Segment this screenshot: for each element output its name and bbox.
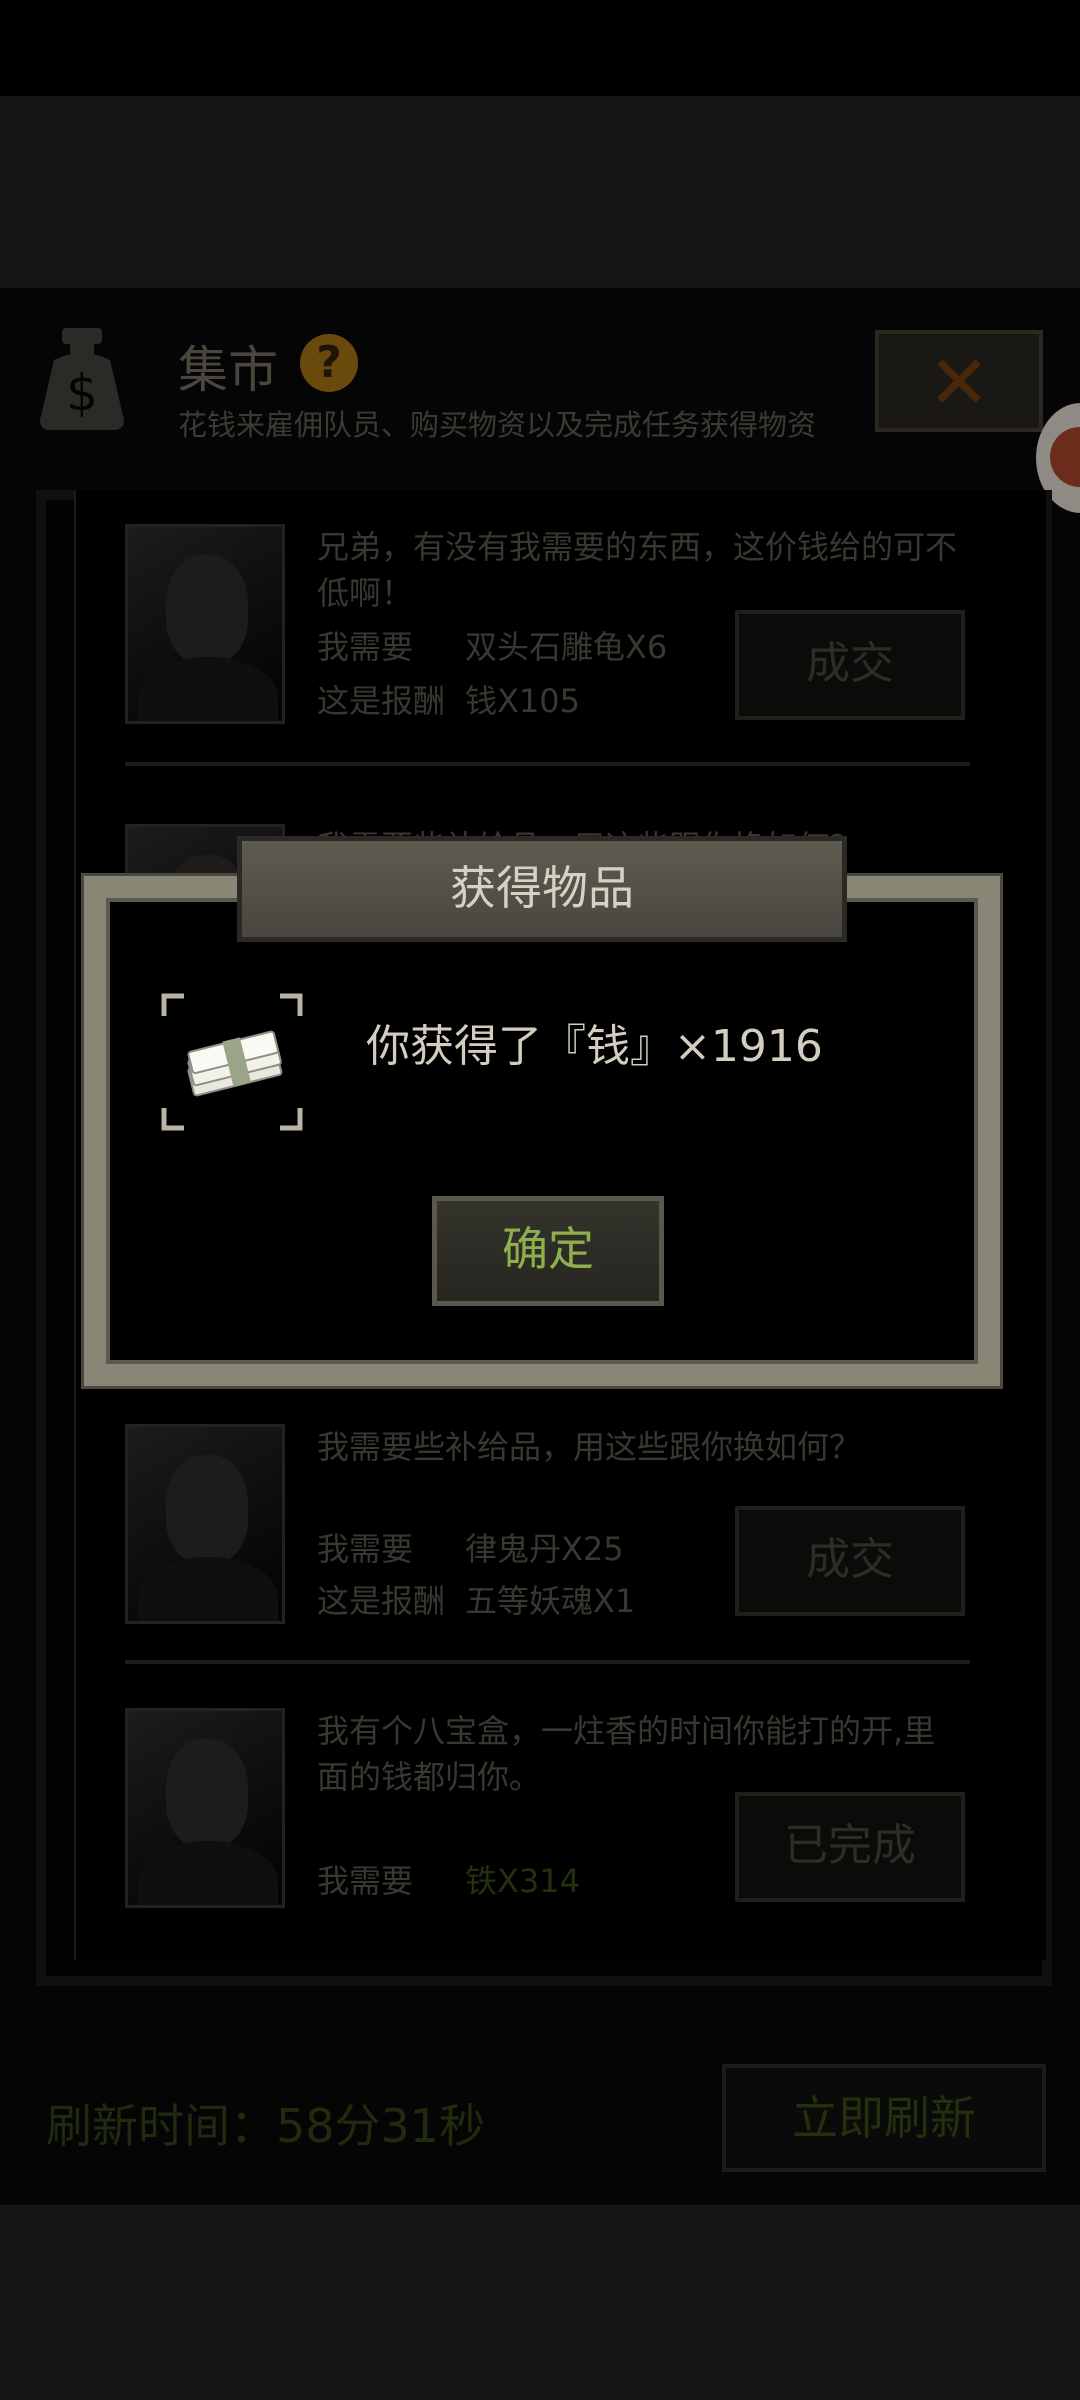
bottom-backdrop bbox=[0, 2205, 1080, 2400]
market-subtitle: 花钱来雇佣队员、购买物资以及完成任务获得物资 bbox=[178, 408, 817, 442]
need-label: 我需要 bbox=[317, 628, 414, 666]
deal-button[interactable]: 成交 bbox=[735, 610, 965, 720]
need-row: 我需要 铁X314 bbox=[317, 1856, 580, 1902]
help-icon[interactable]: ? bbox=[300, 334, 358, 392]
top-backdrop bbox=[0, 96, 1080, 288]
trade-dialogue: 兄弟，有没有我需要的东西，这价钱给的可不低啊！ bbox=[317, 528, 958, 612]
npc-portrait bbox=[125, 1424, 285, 1624]
need-value: 铁X314 bbox=[465, 1862, 581, 1900]
market-title: 集市 bbox=[178, 341, 278, 399]
money-item-icon bbox=[161, 993, 303, 1131]
reward-label: 这是报酬 bbox=[317, 1582, 446, 1620]
need-label: 我需要 bbox=[317, 1862, 414, 1900]
need-label: 我需要 bbox=[317, 1530, 414, 1568]
refresh-timer: 刷新时间：58分31秒 bbox=[46, 2099, 486, 2153]
need-row: 我需要 律鬼丹X25 bbox=[317, 1524, 624, 1570]
divider bbox=[125, 762, 970, 766]
reward-value: 钱X105 bbox=[465, 682, 581, 720]
divider bbox=[125, 1660, 970, 1664]
reward-message: 你获得了『钱』×1916 bbox=[366, 1021, 823, 1072]
dialog-title: 获得物品 bbox=[450, 861, 634, 915]
refresh-now-button[interactable]: 立即刷新 bbox=[722, 2064, 1046, 2172]
close-icon: ✕ bbox=[927, 340, 990, 426]
trade-dialogue: 我需要些补给品，用这些跟你换如何？ bbox=[317, 1428, 862, 1466]
npc-portrait bbox=[125, 1708, 285, 1908]
trade-dialogue: 我有个八宝盒，一炷香的时间你能打的开,里面的钱都归你。 bbox=[317, 1712, 936, 1796]
deal-button[interactable]: 成交 bbox=[735, 1506, 965, 1616]
trade-item: 我需要些补给品，用这些跟你换如何？ 我需要 律鬼丹X25 这是报酬 五等妖魂X1… bbox=[125, 1424, 970, 1664]
need-value: 双头石雕龟X6 bbox=[465, 628, 668, 666]
trade-item: 兄弟，有没有我需要的东西，这价钱给的可不低啊！ 我需要 双头石雕龟X6 这是报酬… bbox=[125, 524, 970, 766]
reward-row: 这是报酬 五等妖魂X1 bbox=[317, 1576, 635, 1622]
trade-item: 我有个八宝盒，一炷香的时间你能打的开,里面的钱都归你。 我需要 铁X314 已完… bbox=[125, 1708, 970, 1933]
money-bag-icon: $ bbox=[40, 328, 124, 430]
close-button[interactable]: ✕ bbox=[875, 330, 1043, 432]
reward-value: 五等妖魂X1 bbox=[465, 1582, 636, 1620]
market-header: $ 集市 ? 花钱来雇佣队员、购买物资以及完成任务获得物资 ✕ bbox=[0, 288, 1080, 468]
completed-button[interactable]: 已完成 bbox=[735, 1792, 965, 1902]
status-bar bbox=[0, 0, 1080, 96]
need-row: 我需要 双头石雕龟X6 bbox=[317, 622, 667, 668]
svg-text:$: $ bbox=[66, 364, 98, 422]
reward-label: 这是报酬 bbox=[317, 682, 446, 720]
confirm-button[interactable]: 确定 bbox=[432, 1196, 664, 1306]
reward-row: 这是报酬 钱X105 bbox=[317, 676, 580, 722]
need-value: 律鬼丹X25 bbox=[465, 1530, 624, 1568]
npc-portrait bbox=[125, 524, 285, 724]
